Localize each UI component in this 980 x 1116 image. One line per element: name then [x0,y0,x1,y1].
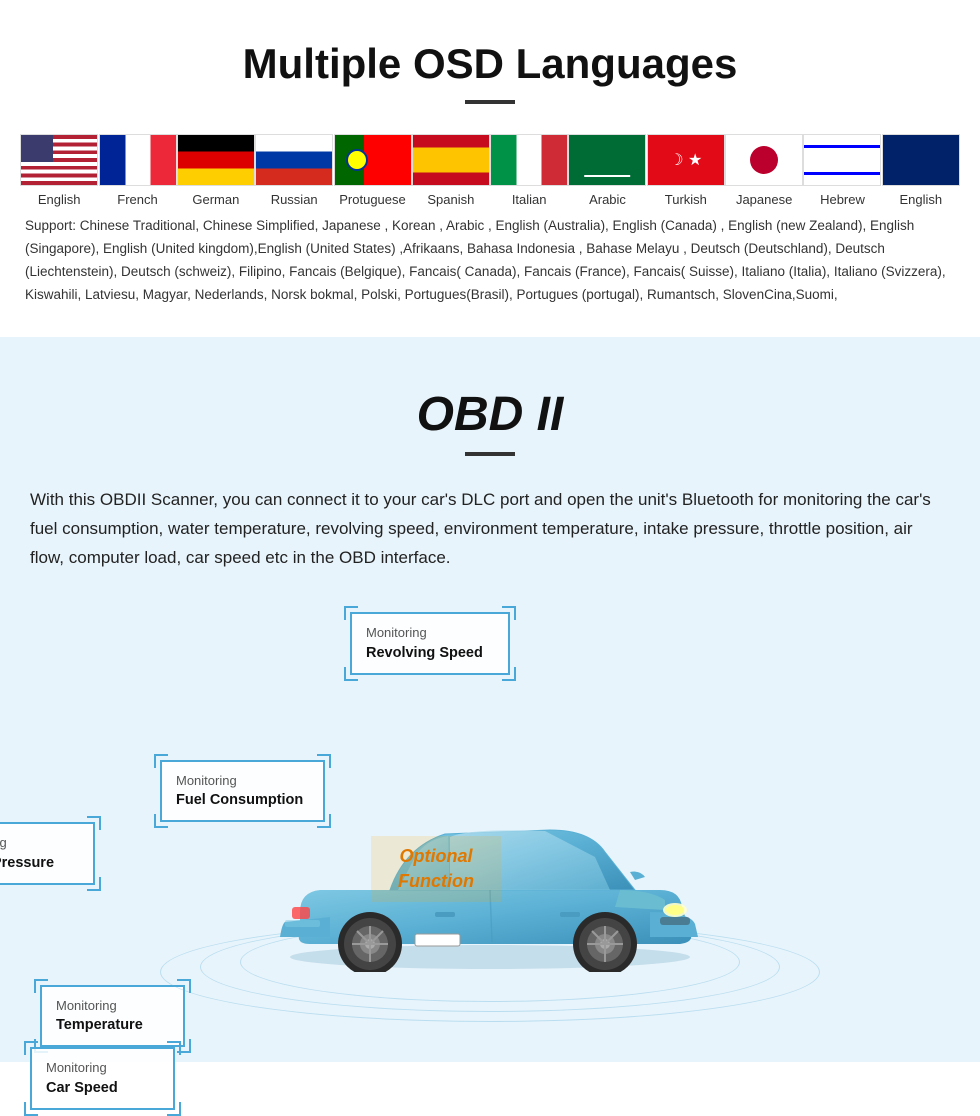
flag-label-5: Spanish [427,192,474,207]
flag-box-11 [882,134,960,186]
flag-label-6: Italian [512,192,547,207]
flag-label-2: German [192,192,239,207]
monitor-revolving: Monitoring Revolving Speed [350,612,510,674]
support-text: Support: Chinese Traditional, Chinese Si… [20,215,960,307]
flag-box-3 [255,134,333,186]
flag-box-7 [568,134,646,186]
flag-label-11: English [899,192,942,207]
monitor-revolving-label: Monitoring [366,625,427,640]
monitor-temperature-value: Temperature [56,1015,169,1035]
flag-label-7: Arabic [589,192,626,207]
flag-box-2 [177,134,255,186]
monitor-carspeed-value: Car Speed [46,1078,159,1098]
monitor-carspeed: Monitoring Car Speed [30,1047,175,1109]
flag-label-9: Japanese [736,192,792,207]
flag-box-5 [412,134,490,186]
flag-item-11: English [882,134,960,207]
flag-label-10: Hebrew [820,192,865,207]
flag-item-9: Japanese [725,134,803,207]
flags-row: English French German Russian Protuguese Span… [20,134,960,207]
flag-item-2: German [177,134,255,207]
flag-box-8 [647,134,725,186]
flag-box-10 [803,134,881,186]
monitor-intake-value: Intake Pressure [0,853,79,873]
obd-section: OBD II With this OBDII Scanner, you can … [0,337,980,1063]
flag-item-5: Spanish [412,134,490,207]
obd-description: With this OBDII Scanner, you can connect… [30,486,950,573]
osd-title: Multiple OSD Languages [20,40,960,88]
flag-label-3: Russian [271,192,318,207]
flag-item-8: Turkish [647,134,725,207]
flag-box-0 [20,134,98,186]
monitor-revolving-value: Revolving Speed [366,643,494,663]
monitor-carspeed-label: Monitoring [46,1060,107,1075]
monitor-temperature-label: Monitoring [56,998,117,1013]
monitor-intake-label: Monitoring [0,835,7,850]
flag-label-4: Protuguese [339,192,406,207]
car-diagram: Monitoring Revolving Speed Monitoring Fu… [30,602,950,1022]
monitor-intake: Monitoring Intake Pressure [0,822,95,884]
flag-item-3: Russian [255,134,333,207]
monitor-fuel-label: Monitoring [176,773,237,788]
flag-box-4 [334,134,412,186]
flag-item-0: English [20,134,98,207]
flag-label-8: Turkish [665,192,707,207]
obd-title: OBD II [30,387,950,442]
osd-section: Multiple OSD Languages English French Germ… [0,0,980,337]
flag-box-1 [99,134,177,186]
monitor-temperature: Monitoring Temperature [40,985,185,1047]
flag-item-7: Arabic [568,134,646,207]
flag-box-9 [725,134,803,186]
flag-label-1: French [117,192,157,207]
flag-item-1: French [98,134,176,207]
flag-item-10: Hebrew [803,134,881,207]
flag-label-0: English [38,192,81,207]
osd-divider [465,100,515,104]
flag-box-6 [490,134,568,186]
obd-divider [465,452,515,456]
flag-item-6: Italian [490,134,568,207]
optional-function-label: Optional Function [371,836,501,902]
flag-item-4: Protuguese [333,134,411,207]
